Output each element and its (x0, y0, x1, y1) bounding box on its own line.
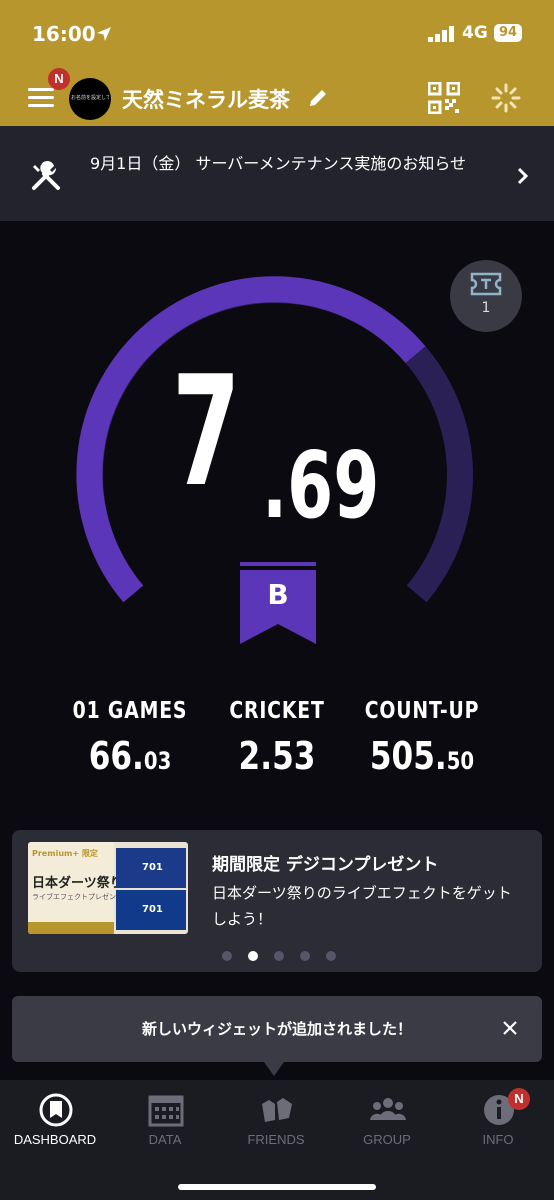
dashboard-icon (39, 1093, 73, 1127)
promo-image: Premium+ 限定 日本ダーツ祭り ライブエフェクトプレゼント 701 70… (28, 842, 188, 934)
promo-description: 日本ダーツ祭りのライブエフェクトをゲットしよう！ (212, 884, 512, 928)
notice-text: 9月1日（金） サーバーメンテナンス実施のお知らせ (90, 154, 467, 173)
stat-value-main: 2.53 (238, 734, 316, 778)
carousel-dot-active[interactable] (248, 951, 258, 961)
close-icon[interactable] (500, 1018, 520, 1038)
player-name[interactable]: 天然ミネラル麦茶 (122, 84, 290, 114)
carousel-dot[interactable] (222, 951, 232, 961)
stat-value-small: 03 (143, 747, 172, 775)
carousel-dot[interactable] (300, 951, 310, 961)
tab-data[interactable]: DATA (110, 1080, 220, 1160)
tab-label: DASHBOARD (13, 1132, 97, 1147)
home-indicator (178, 1184, 376, 1190)
bottom-tab-bar: DASHBOARD DATA FRIENDS GROUP INFO (0, 1080, 554, 1200)
location-arrow-icon (97, 27, 111, 41)
avatar-text: お名前を設定してください (71, 95, 109, 101)
promo-image-number: 701 (142, 904, 163, 915)
menu-notification-badge: N (48, 68, 70, 90)
calendar-icon (148, 1095, 184, 1127)
promo-image-tag: Premium+ 限定 (32, 849, 98, 858)
stat-value-cricket: 2.53 (203, 734, 351, 778)
stat-label-count-up: COUNT-UP (364, 698, 480, 724)
qr-code-icon[interactable] (428, 82, 460, 114)
stat-value-count-up: 505.50 (348, 734, 496, 778)
toast-pointer (264, 1062, 284, 1076)
tab-label: DATA (148, 1132, 182, 1147)
tools-icon (32, 161, 60, 190)
stat-value-small: 50 (446, 747, 475, 775)
stat-value-01-games: 66.03 (56, 734, 204, 778)
tab-label: INFO (482, 1132, 514, 1147)
tab-group[interactable]: GROUP (332, 1080, 442, 1160)
tab-label: FRIENDS (247, 1132, 305, 1147)
promo-image-number: 701 (142, 862, 163, 873)
tab-info[interactable]: INFO (443, 1080, 553, 1160)
rating-integer: 7 (172, 343, 241, 520)
status-time: 16:00 (32, 22, 96, 46)
tab-dashboard[interactable]: DASHBOARD (0, 1080, 110, 1160)
stat-value-main: 66. (88, 734, 144, 778)
carousel-dot[interactable] (274, 951, 284, 961)
signal-icon (428, 26, 454, 42)
promo-title: 期間限定 デジコンプレゼント (212, 855, 439, 875)
carousel-dots[interactable] (222, 946, 352, 961)
ticket-count: 1 (481, 300, 491, 316)
ticket-icon (470, 272, 502, 296)
friends-icon (262, 1098, 292, 1122)
status-bar: 16:00 4G 94 (0, 16, 554, 56)
avatar[interactable]: お名前を設定してください (69, 78, 111, 120)
group-icon (370, 1098, 406, 1120)
loading-spinner-icon (491, 83, 521, 113)
tab-label: GROUP (363, 1132, 411, 1147)
promo-image-subtitle: ライブエフェクトプレゼント (32, 893, 123, 901)
carousel-dot[interactable] (326, 951, 336, 961)
battery-indicator: 94 (494, 24, 522, 42)
menu-button[interactable] (28, 84, 56, 112)
tab-friends[interactable]: FRIENDS (221, 1080, 331, 1160)
promo-image-title: 日本ダーツ祭り (32, 876, 123, 891)
promo-card[interactable]: Premium+ 限定 日本ダーツ祭り ライブエフェクトプレゼント 701 70… (12, 830, 542, 972)
app-header: 16:00 4G 94 N お名前を設定してください 天然ミネラル麦茶 (0, 0, 554, 126)
chevron-right-icon (517, 167, 529, 185)
maintenance-notice[interactable]: 9月1日（金） サーバーメンテナンス実施のお知らせ (0, 126, 554, 221)
grade-label: B (267, 578, 289, 611)
rating-decimal: .69 (262, 432, 380, 539)
stat-value-main: 505. (369, 734, 447, 778)
ticket-button[interactable]: 1 (450, 260, 522, 332)
stat-label-cricket: CRICKET (229, 698, 325, 724)
stat-label-01-games: 01 GAMES (72, 698, 188, 724)
info-notification-badge: N (508, 1088, 530, 1110)
widget-added-toast: 新しいウィジェットが追加されました！ (12, 996, 542, 1062)
edit-pencil-icon[interactable] (307, 87, 329, 109)
toast-text: 新しいウィジェットが追加されました！ (141, 1020, 412, 1038)
network-type: 4G (462, 23, 488, 43)
